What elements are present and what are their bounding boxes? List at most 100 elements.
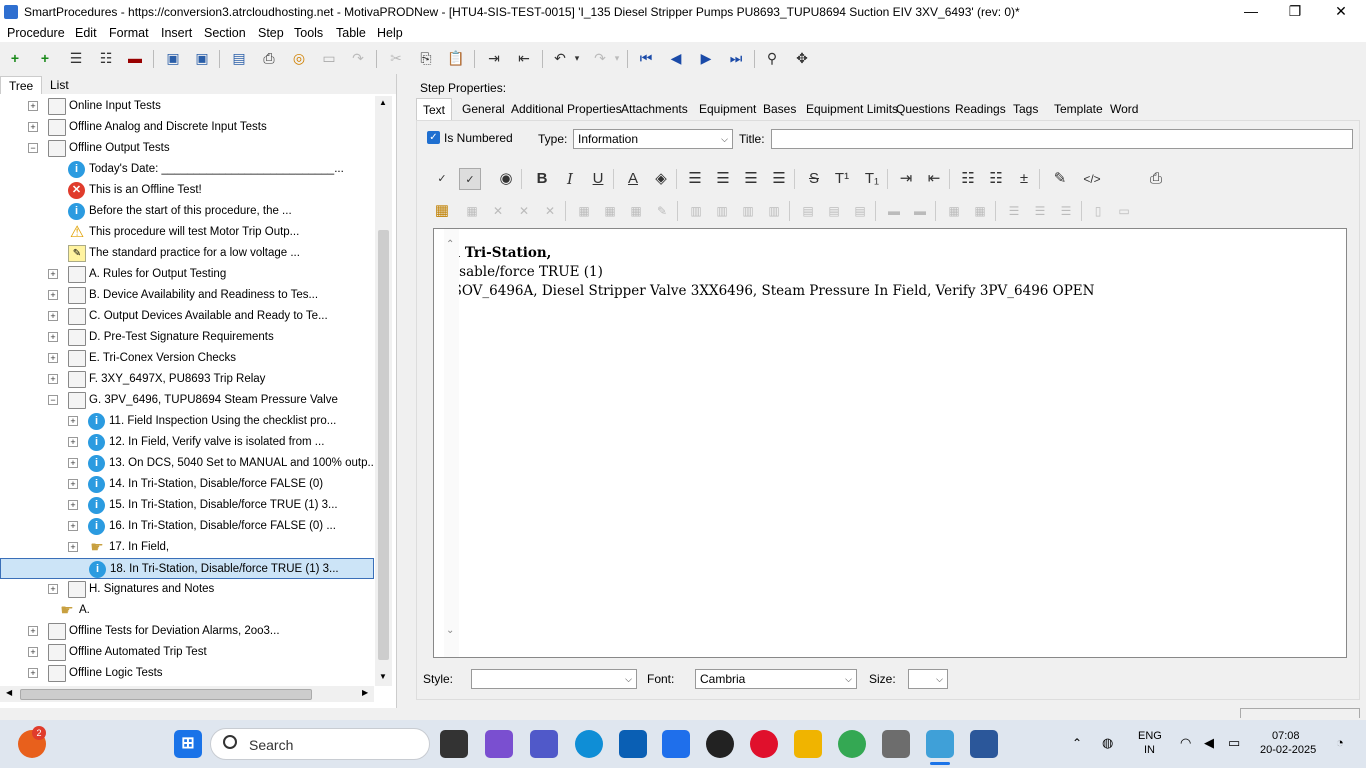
chrome-icon[interactable] [838,730,866,758]
network-status-icon[interactable]: ◍ [1102,735,1113,751]
tree-item[interactable]: − G. 3PV_6496, TUPU8694 Steam Pressure Va… [0,390,374,411]
tree-item[interactable]: + i 16. In Tri-Station, Disable/force FALS… [0,516,374,537]
increase-indent-icon[interactable]: ⇥ [895,168,917,190]
menu-edit[interactable]: Edit [75,26,97,40]
add-child-icon[interactable]: + [35,48,55,68]
panel-splitter[interactable] [396,74,406,708]
style-select[interactable]: ⌵ [471,669,637,689]
expand-icon[interactable]: + [48,311,58,321]
insert-symbol-icon[interactable]: ± [1013,168,1035,190]
tree-item[interactable]: + Offline Logic Tests [0,663,374,684]
tree-item[interactable]: + Offline Analog and Discrete Input Tests [0,117,374,138]
collapse-icon[interactable]: − [28,143,38,153]
expand-icon[interactable]: + [28,626,38,636]
expand-icon[interactable]: + [68,500,78,510]
expand-icon[interactable]: + [48,374,58,384]
font-color-icon[interactable]: A [622,168,644,190]
tab-attachments[interactable]: Attachments [615,98,694,120]
close-button[interactable]: ✕ [1318,0,1364,24]
align-right-icon[interactable]: ☰ [740,168,762,190]
menu-step[interactable]: Step [258,26,284,40]
scroll-left-icon[interactable]: ◀ [6,688,12,697]
type-select[interactable]: Information ⌵ [573,129,733,149]
expand-icon[interactable]: + [28,101,38,111]
scroll-right-icon[interactable]: ▶ [362,688,368,697]
list-detail-icon[interactable]: ☷ [96,48,116,68]
step-text-editor[interactable]: In Tri-Station, Disable/force TRUE (1) 3… [433,228,1347,658]
indent-icon[interactable]: ⇥ [484,48,504,68]
copy-icon[interactable]: ⎘ [416,48,436,68]
tree-item[interactable]: + C. Output Devices Available and Ready t… [0,306,374,327]
list-icon[interactable]: ☰ [66,48,86,68]
tree-item[interactable]: ☛ A. [0,600,374,621]
volume-icon[interactable]: ◀ [1204,735,1214,751]
remote-app-icon[interactable] [662,730,690,758]
next-step-icon[interactable]: ▶ [696,48,716,68]
tree-item[interactable]: + F. 3XY_6497X, PU8693 Trip Relay [0,369,374,390]
tree-vertical-scrollbar[interactable]: ▲ ▼ [375,96,392,686]
windows-start-icon[interactable]: ⊞ [174,730,202,758]
is-numbered-checkbox[interactable]: ✓ [427,131,440,144]
editor-scrollbar[interactable]: ⌃ ⌄ [444,229,459,657]
print-preview-icon[interactable]: ⎙ [1145,168,1167,190]
task-view-icon[interactable] [440,730,468,758]
tree-item[interactable]: i Before the start of this procedure, the… [0,201,374,222]
italic-icon[interactable]: I [559,168,581,190]
first-step-icon[interactable]: ⏮ [636,48,656,68]
expand-icon[interactable]: + [48,332,58,342]
superscript-icon[interactable]: T¹ [831,168,853,190]
tab-tree[interactable]: Tree [0,76,43,94]
tree-item[interactable]: + i 15. In Tri-Station, Disable/force TRUE… [0,495,374,516]
menu-table[interactable]: Table [336,26,366,40]
tree-item[interactable]: + A. Rules for Output Testing [0,264,374,285]
magic-wand-icon[interactable]: ✎ [1049,168,1071,190]
undo-dropdown-icon[interactable]: ▾ [567,48,587,68]
tab-additional-properties[interactable]: Additional Properties [505,98,628,120]
taskbar-search[interactable]: Search [210,728,430,760]
file-explorer-icon[interactable] [794,730,822,758]
opera-icon[interactable] [750,730,778,758]
paste-icon[interactable]: 📋 [446,48,466,68]
menu-insert[interactable]: Insert [161,26,192,40]
expand-icon[interactable]: + [28,647,38,657]
highlight-icon[interactable]: ◈ [650,168,672,190]
tab-readings[interactable]: Readings [949,98,1012,120]
expand-icon[interactable]: + [48,353,58,363]
tree-item[interactable]: ✎ The standard practice for a low voltage… [0,243,374,264]
show-hidden-icon[interactable]: ⌃ [1072,736,1082,750]
size-select[interactable]: ⌵ [908,669,948,689]
expand-icon[interactable]: + [48,584,58,594]
align-center-icon[interactable]: ☰ [712,168,734,190]
html-source-icon[interactable]: </> [1081,168,1103,190]
tab-questions[interactable]: Questions [890,98,956,120]
menu-tools[interactable]: Tools [294,26,323,40]
decrease-indent-icon[interactable]: ⇤ [923,168,945,190]
expand-icon[interactable]: + [68,437,78,447]
scroll-down-icon[interactable]: ▼ [379,672,387,681]
collapse-icon[interactable]: − [48,395,58,405]
tree-item[interactable]: + E. Tri-Conex Version Checks [0,348,374,369]
edge-icon[interactable] [575,730,603,758]
tab-bases[interactable]: Bases [757,98,802,120]
tree-item[interactable]: + i 14. In Tri-Station, Disable/force FALS… [0,474,374,495]
app-icon-tray[interactable] [882,730,910,758]
tab-equipment[interactable]: Equipment [693,98,762,120]
editor-scroll-up-icon[interactable]: ⌃ [446,239,454,250]
insert-table-icon[interactable]: ▦ [431,200,453,222]
refresh-icon[interactable]: ◎ [289,48,309,68]
expand-icon[interactable]: + [68,458,78,468]
minimize-button[interactable]: — [1228,0,1274,24]
remove-icon[interactable]: ▬ [125,48,145,68]
bullet-list-icon[interactable]: ☷ [957,168,979,190]
wifi-icon[interactable]: ◠ [1180,735,1191,751]
tree-item[interactable]: + H. Signatures and Notes [0,579,374,600]
store-icon[interactable] [619,730,647,758]
save-all-icon[interactable]: ▣ [163,48,183,68]
word-icon[interactable] [970,730,998,758]
clock-time[interactable]: 07:08 [1272,730,1300,742]
tab-general[interactable]: General [456,98,511,120]
tree-item[interactable]: + D. Pre-Test Signature Requirements [0,327,374,348]
menu-section[interactable]: Section [204,26,246,40]
tree-item[interactable]: + B. Device Availability and Readiness to… [0,285,374,306]
expand-icon[interactable]: + [68,479,78,489]
